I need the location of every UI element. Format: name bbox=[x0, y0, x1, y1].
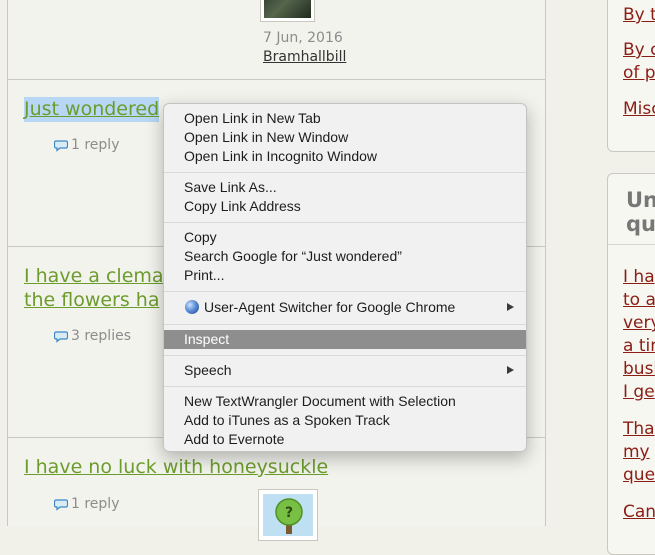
menu-item-copy[interactable]: Copy bbox=[164, 228, 526, 247]
sidebar-question-link[interactable]: my bbox=[623, 440, 650, 464]
menu-item-new-textwrangler-doc[interactable]: New TextWrangler Document with Selection bbox=[164, 392, 526, 411]
menu-item-label: Speech bbox=[184, 362, 232, 378]
sidebar-heading: Un bbox=[626, 188, 655, 212]
sidebar-question-link[interactable]: I ha bbox=[623, 265, 655, 289]
post-author-link[interactable]: Bramhallbill bbox=[263, 49, 346, 65]
speech-bubble-icon bbox=[54, 331, 68, 343]
menu-item-inspect[interactable]: Inspect bbox=[164, 330, 526, 349]
user-agent-globe-icon bbox=[185, 300, 199, 314]
reply-count[interactable]: 3 replies bbox=[54, 328, 131, 344]
topic-title-link[interactable]: Just wondered bbox=[24, 97, 160, 122]
reply-count-label: 3 replies bbox=[71, 328, 131, 344]
reply-count-label: 1 reply bbox=[71, 137, 120, 153]
reply-count[interactable]: 1 reply bbox=[54, 496, 119, 512]
speech-bubble-icon bbox=[54, 499, 68, 511]
menu-separator bbox=[164, 291, 526, 292]
sidebar-link[interactable]: By t bbox=[623, 3, 655, 27]
speech-bubble-icon bbox=[54, 140, 68, 152]
sidebar-link-line2[interactable]: of p bbox=[623, 61, 655, 85]
menu-item-print[interactable]: Print... bbox=[164, 266, 526, 285]
avatar[interactable] bbox=[260, 0, 315, 22]
menu-item-open-incognito[interactable]: Open Link in Incognito Window bbox=[164, 147, 526, 166]
submenu-arrow-icon bbox=[507, 366, 514, 374]
menu-item-save-link-as[interactable]: Save Link As... bbox=[164, 178, 526, 197]
menu-item-copy-link-address[interactable]: Copy Link Address bbox=[164, 197, 526, 216]
sidebar-question-link[interactable]: very bbox=[623, 311, 655, 335]
sidebar-question-link[interactable]: to a bbox=[623, 288, 655, 312]
menu-item-add-to-evernote[interactable]: Add to Evernote bbox=[164, 430, 526, 449]
sidebar-question-link[interactable]: a tin bbox=[623, 334, 655, 358]
svg-text:?: ? bbox=[285, 505, 293, 521]
sidebar-question-link[interactable]: que bbox=[623, 463, 655, 487]
menu-item-label: User-Agent Switcher for Google Chrome bbox=[204, 299, 456, 315]
topic-row: 7 Jun, 2016 Bramhallbill bbox=[8, 0, 545, 80]
topic-row: I have no luck with honeysuckle 1 reply … bbox=[8, 438, 545, 541]
reply-count-label: 1 reply bbox=[71, 496, 120, 512]
menu-separator bbox=[164, 324, 526, 325]
sidebar-question-link[interactable]: Tha bbox=[623, 417, 655, 441]
sidebar-question-link[interactable]: bush bbox=[623, 357, 655, 381]
sidebar-box-categories: By t By c of p Misc bbox=[607, 0, 655, 152]
menu-separator bbox=[164, 355, 526, 356]
context-menu: Open Link in New Tab Open Link in New Wi… bbox=[163, 103, 527, 452]
menu-item-open-new-window[interactable]: Open Link in New Window bbox=[164, 128, 526, 147]
sidebar-divider bbox=[608, 244, 655, 245]
avatar-tree-icon: ? bbox=[275, 498, 303, 534]
sidebar-question-link[interactable]: Can bbox=[623, 500, 655, 524]
topic-title-link[interactable]: I have no luck with honeysuckle bbox=[24, 455, 328, 480]
reply-count[interactable]: 1 reply bbox=[54, 137, 119, 153]
sidebar-question-link[interactable]: I ge bbox=[623, 380, 655, 404]
topic-title-link-line2[interactable]: the flowers ha bbox=[24, 288, 159, 313]
menu-separator bbox=[164, 172, 526, 173]
sidebar-heading-line2: qu bbox=[626, 212, 655, 236]
sidebar-box-unanswered: Un qu I ha to a very a tin bush I ge Tha… bbox=[607, 173, 655, 555]
post-date: 7 Jun, 2016 bbox=[263, 30, 343, 46]
sidebar-link[interactable]: By c bbox=[623, 38, 655, 62]
sidebar-link[interactable]: Misc bbox=[623, 97, 655, 121]
menu-item-add-to-itunes[interactable]: Add to iTunes as a Spoken Track bbox=[164, 411, 526, 430]
menu-item-search-google[interactable]: Search Google for “Just wondered” bbox=[164, 247, 526, 266]
menu-separator bbox=[164, 386, 526, 387]
topic-title-link[interactable]: I have a clema bbox=[24, 264, 164, 289]
menu-item-open-new-tab[interactable]: Open Link in New Tab bbox=[164, 109, 526, 128]
menu-item-user-agent-switcher[interactable]: User-Agent Switcher for Google Chrome bbox=[164, 298, 526, 317]
menu-separator bbox=[164, 222, 526, 223]
submenu-arrow-icon bbox=[507, 303, 514, 311]
menu-item-speech[interactable]: Speech bbox=[164, 361, 526, 380]
avatar[interactable]: ? bbox=[258, 489, 318, 541]
